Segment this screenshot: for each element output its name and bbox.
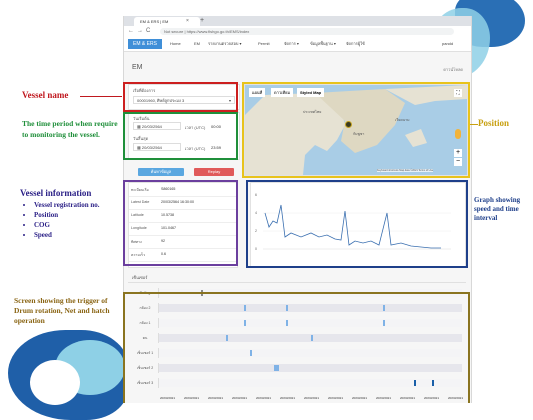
trigger-divider xyxy=(128,282,466,283)
download-link[interactable]: ดาวน์โหลด xyxy=(443,66,463,73)
app-brand[interactable]: EM & ERS xyxy=(128,39,162,49)
trigger-section-title: เซ็นเซอร์ xyxy=(132,275,148,280)
browser-tab[interactable]: EM & ERS | EM xyxy=(134,17,200,26)
position-highlight xyxy=(242,82,470,178)
forward-icon[interactable]: → xyxy=(137,27,143,36)
time-period-highlight xyxy=(123,112,238,160)
vessel-info-highlight xyxy=(123,180,238,266)
replay-button[interactable]: Replay xyxy=(194,168,234,176)
reload-icon[interactable]: C xyxy=(146,27,150,36)
annotation-vessel-info-item: COG xyxy=(34,220,100,230)
annotation-vessel-info-title: Vessel information xyxy=(20,188,92,198)
nav-home[interactable]: Home xyxy=(170,39,181,49)
app-navbar: EM & ERS Home EM รายงานตรวจสอบ ▾ Permit … xyxy=(124,37,471,52)
close-tab-icon[interactable]: × xyxy=(186,17,189,25)
nav-master-data[interactable]: ข้อมูลพื้นฐาน ▾ xyxy=(310,39,336,49)
annotation-graph-text: Graph showing speed and time interval xyxy=(474,196,521,222)
annotation-vessel-info-item: Vessel registration no. xyxy=(34,200,100,210)
tab-bar: EM & ERS | EM × + xyxy=(124,16,471,26)
annotation-vessel-info-item: Speed xyxy=(34,230,100,240)
annotation-trigger: Screen showing the trigger of Drum rotat… xyxy=(14,296,110,325)
nav-permit[interactable]: Permit xyxy=(258,39,270,49)
search-button[interactable]: ค้นหาข้อมูล xyxy=(138,168,184,176)
graph-highlight xyxy=(246,180,468,268)
annotation-position-line xyxy=(470,124,478,125)
annotation-vessel-info-list: Vessel registration no. Position COG Spe… xyxy=(22,200,100,240)
back-icon[interactable]: ← xyxy=(128,27,134,36)
annotation-vessel-name-line xyxy=(80,96,122,97)
nav-em[interactable]: EM xyxy=(194,39,200,49)
vessel-name-highlight xyxy=(123,82,238,112)
url-input[interactable]: Not secure | https://www.fishgo.go.th/EM… xyxy=(160,28,454,35)
new-tab-icon[interactable]: + xyxy=(200,16,204,26)
page-title: EM xyxy=(132,64,143,71)
annotation-position: Position xyxy=(478,118,510,128)
trigger-highlight xyxy=(123,292,470,403)
nav-reports[interactable]: รายงานตรวจสอบ ▾ xyxy=(208,39,242,49)
nav-users[interactable]: จัดการผู้ใช้ xyxy=(346,39,365,49)
annotation-graph: Graph showing speed and time interval xyxy=(474,196,533,223)
annotation-vessel-name: Vessel name xyxy=(22,90,69,100)
user-menu[interactable]: pandd xyxy=(442,39,453,49)
decor-blob-bottom-left-white xyxy=(30,360,80,405)
nav-manage[interactable]: จัดการ ▾ xyxy=(284,39,299,49)
annotation-vessel-info-item: Position xyxy=(34,210,100,220)
annotation-time-period: The time period when require to monitori… xyxy=(22,119,118,139)
